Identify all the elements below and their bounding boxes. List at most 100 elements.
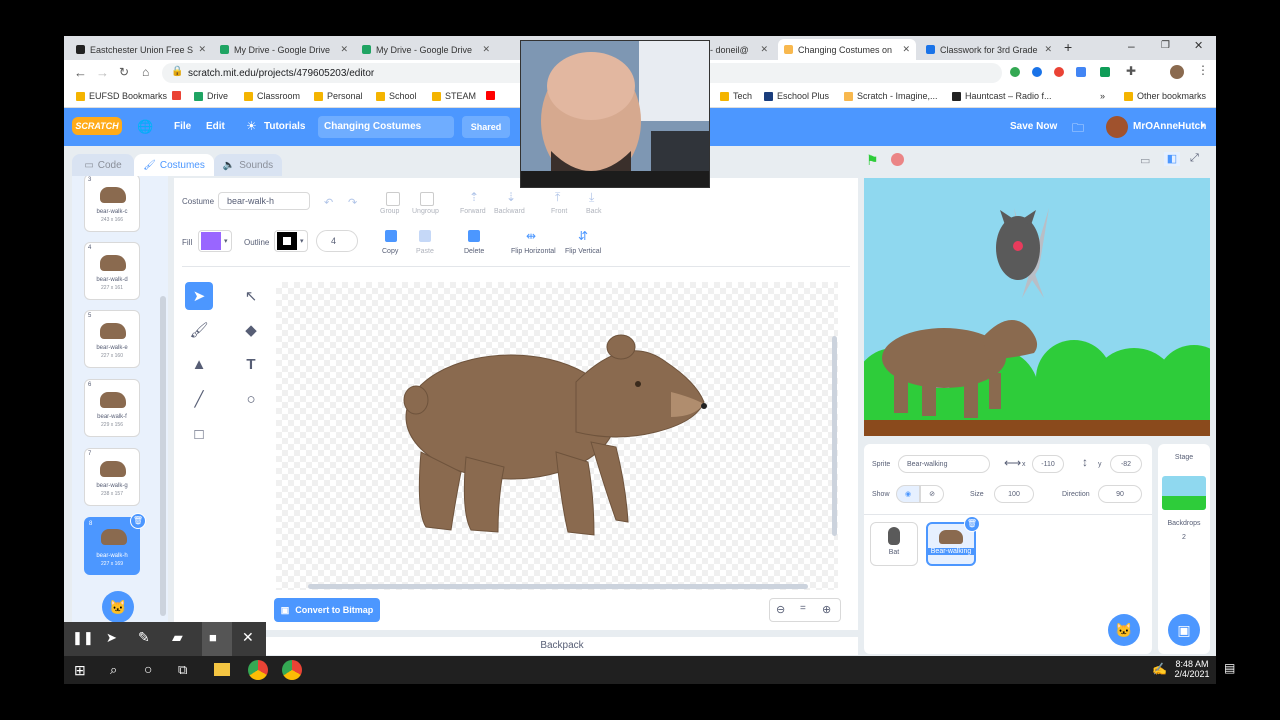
convert-to-bitmap-button[interactable]: ▣ Convert to Bitmap <box>274 598 380 622</box>
reshape-tool[interactable]: ↖ <box>237 282 265 310</box>
bookmark[interactable]: School <box>376 91 417 101</box>
large-stage-icon[interactable]: ◧ <box>1164 152 1180 166</box>
rectangle-tool[interactable]: □ <box>185 420 213 448</box>
bookmark[interactable]: Scratch - Imagine,... <box>844 91 938 101</box>
flip-horizontal-icon[interactable]: ⇹ <box>526 229 536 243</box>
close-icon[interactable]: ✕ <box>902 44 910 55</box>
outline-width-input[interactable]: 4 <box>316 230 358 252</box>
close-icon[interactable]: ✕ <box>198 44 206 55</box>
browser-tab[interactable]: Eastchester Union Free S ✕ <box>70 39 212 60</box>
show-visible-button[interactable]: ◉ <box>896 485 920 503</box>
bookmark[interactable]: Tech <box>720 91 752 101</box>
task-view-icon[interactable]: ⧉ <box>178 662 187 678</box>
sprite-name-input[interactable]: Bear-walking <box>898 455 990 473</box>
browser-tab[interactable]: Classwork for 3rd Grade ✕ <box>920 39 1058 60</box>
file-explorer-icon[interactable] <box>214 663 230 676</box>
back-icon[interactable]: ← <box>74 65 87 80</box>
costume-item[interactable]: 6 bear-walk-f 229 x 156 <box>84 379 140 437</box>
backdrop-thumbnail[interactable] <box>1162 476 1206 510</box>
browser-tab-active[interactable]: Changing Costumes on ✕ <box>778 39 916 60</box>
bookmarks-overflow[interactable]: » <box>1100 91 1105 101</box>
bookmark[interactable]: Drive <box>194 91 228 101</box>
bookmark[interactable]: STEAM <box>432 91 476 101</box>
stage-canvas[interactable] <box>864 178 1210 436</box>
costume-item[interactable]: 7 bear-walk-g 238 x 157 <box>84 448 140 506</box>
extension-icon[interactable] <box>1032 67 1042 77</box>
close-icon[interactable]: ✕ <box>1044 44 1052 55</box>
zoom-reset-button[interactable]: = <box>800 603 806 614</box>
browser-tab[interactable]: - doneil@ ✕ <box>704 39 774 60</box>
choose-costume-button[interactable]: 🐱 <box>102 591 134 623</box>
shared-button[interactable]: Shared <box>462 116 510 138</box>
stop-icon[interactable] <box>891 153 904 166</box>
scratch-logo[interactable]: SCRATCH <box>72 117 122 135</box>
fill-tool[interactable]: ▲ <box>185 350 213 378</box>
folder-icon[interactable]: 🗀 <box>1072 119 1084 140</box>
pause-icon[interactable]: ❚❚ <box>72 630 94 646</box>
eraser-tool[interactable]: ◆ <box>237 316 265 344</box>
bookmark[interactable]: Other bookmarks <box>1124 91 1206 101</box>
undo-icon[interactable]: ↶ <box>324 196 333 209</box>
cortana-icon[interactable]: ○ <box>144 661 152 677</box>
flip-vertical-icon[interactable]: ⇵ <box>578 229 588 243</box>
sprite-tile-bear[interactable]: Bear-walking 🗑 <box>926 516 980 566</box>
bookmark[interactable] <box>486 91 499 100</box>
pen-icon[interactable]: ✎ <box>138 629 150 646</box>
extension-icon[interactable] <box>1010 67 1020 77</box>
zoom-in-icon[interactable]: ⊕ <box>822 603 831 616</box>
highlighter-icon[interactable]: ▰ <box>172 629 183 646</box>
costume-item[interactable]: 4 bear-walk-d 227 x 161 <box>84 242 140 300</box>
trash-icon[interactable] <box>468 230 480 242</box>
tab-sounds[interactable]: 🔈 Sounds <box>214 154 282 176</box>
bookmark[interactable]: Eschool Plus <box>764 91 829 101</box>
group-icon[interactable] <box>386 192 400 206</box>
pointer-icon[interactable]: ➤ <box>106 630 117 646</box>
reload-icon[interactable]: ↻ <box>119 65 129 79</box>
size-input[interactable]: 100 <box>994 485 1034 503</box>
direction-input[interactable]: 90 <box>1098 485 1142 503</box>
tab-costumes[interactable]: 🖌 Costumes <box>134 154 214 176</box>
minimize-button[interactable]: – <box>1128 39 1135 53</box>
user-menu[interactable]: MrOAnneHutch <box>1133 121 1206 132</box>
choose-backdrop-button[interactable]: ▣ <box>1168 614 1200 646</box>
avatar[interactable] <box>1170 65 1184 79</box>
close-window-button[interactable]: ✕ <box>1194 39 1203 52</box>
costume-item[interactable]: 5 bear-walk-e 227 x 160 <box>84 310 140 368</box>
backpack-bar[interactable]: Backpack <box>266 637 858 655</box>
paint-canvas[interactable] <box>276 282 838 590</box>
menu-icon[interactable]: ⋮ <box>1197 63 1209 77</box>
avatar[interactable] <box>1106 116 1128 138</box>
windows-start-icon[interactable]: ⊞ <box>74 662 86 679</box>
bookmark[interactable] <box>172 91 185 100</box>
circle-tool[interactable]: ○ <box>237 385 265 413</box>
text-tool[interactable]: T <box>237 350 265 378</box>
bookmark[interactable]: EUFSD Bookmarks <box>76 91 167 101</box>
extension-icon[interactable] <box>1100 67 1110 77</box>
costume-name-input[interactable]: bear-walk-h <box>218 192 310 210</box>
close-icon[interactable]: ✕ <box>482 44 490 55</box>
costume-item-selected[interactable]: 8 bear-walk-h 227 x 169 🗑 <box>84 513 146 575</box>
backward-icon[interactable]: ⇣ <box>506 190 516 204</box>
chevron-down-icon[interactable]: ▾ <box>1201 121 1205 130</box>
brush-tool[interactable]: 🖌 <box>185 316 213 344</box>
delete-sprite-button[interactable]: 🗑 <box>964 516 980 532</box>
bookmark[interactable]: Classroom <box>244 91 300 101</box>
fullscreen-icon[interactable]: ⤢ <box>1190 152 1199 165</box>
close-icon[interactable]: ✕ <box>760 44 768 55</box>
forward-icon[interactable]: → <box>96 65 109 80</box>
new-tab-button[interactable]: + <box>1064 39 1072 55</box>
save-now-button[interactable]: Save Now <box>1010 121 1057 132</box>
browser-tab[interactable]: My Drive - Google Drive ✕ <box>356 39 496 60</box>
copy-icon[interactable] <box>385 230 397 242</box>
forward-icon[interactable]: ⇡ <box>469 190 479 204</box>
front-icon[interactable]: ⤒ <box>555 190 560 205</box>
show-hidden-button[interactable]: ⊘ <box>920 485 944 503</box>
outline-color-picker[interactable]: ▾ <box>274 230 308 252</box>
redo-icon[interactable]: ↷ <box>348 196 357 209</box>
close-icon[interactable]: ✕ <box>242 629 254 646</box>
file-menu[interactable]: File <box>174 121 191 132</box>
sprite-tile-bat[interactable]: Bat <box>870 522 918 566</box>
scrollbar[interactable] <box>160 296 166 616</box>
edit-menu[interactable]: Edit <box>206 121 225 132</box>
search-icon[interactable]: ⌕ <box>110 662 117 678</box>
